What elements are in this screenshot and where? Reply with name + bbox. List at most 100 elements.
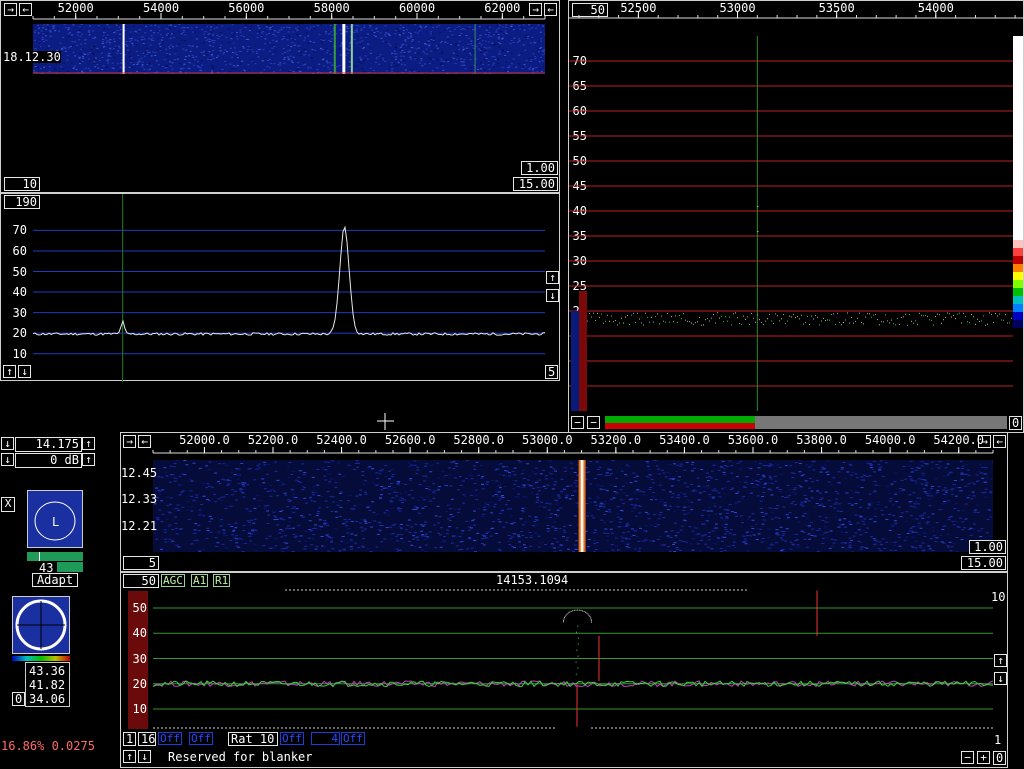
wide-waterfall-noise (453, 58, 455, 59)
baseband-point (847, 313, 848, 314)
freq-up-button[interactable]: ↑ (82, 437, 95, 450)
wide-waterfall-noise (360, 63, 362, 64)
wide-waterfall-noise (70, 46, 72, 47)
baseband-point (765, 321, 766, 322)
wide-waterfall-noise (327, 62, 329, 63)
hires-waterfall-noise (440, 547, 443, 548)
bottom-plus-button[interactable]: + (977, 751, 990, 764)
baseband-point (957, 314, 958, 315)
baseband-point (981, 320, 982, 321)
baseband-point (821, 321, 822, 322)
wide-waterfall-noise (90, 49, 92, 50)
frequency-field[interactable]: 14.175 (15, 437, 82, 452)
hires-waterfall-noise (944, 487, 947, 488)
rat-button[interactable]: Rat 10 (228, 732, 278, 746)
off-button-3[interactable]: Off (280, 732, 304, 745)
wide-waterfall-noise (108, 55, 110, 56)
wide-waterfall-noise (384, 34, 386, 35)
hires-contrast-field[interactable]: 15.00 (961, 556, 1006, 570)
hires-waterfall-noise (693, 468, 696, 469)
hires-waterfall-noise (806, 547, 809, 548)
hires-waterfall-noise (682, 510, 685, 511)
wide-waterfall-noise (529, 67, 531, 68)
num4-button[interactable]: 4 (311, 732, 340, 745)
wide-waterfall-noise (447, 37, 449, 38)
wide-spectrum-down-button-2[interactable]: ↓ (18, 365, 31, 378)
hires-spectrum-down-button[interactable]: ↓ (994, 672, 1007, 685)
hires-waterfall-noise (620, 489, 623, 490)
hires-waterfall-noise (361, 475, 364, 476)
wide-spectrum-up-button[interactable]: ↑ (546, 271, 559, 284)
bottom-minus-button[interactable]: − (961, 751, 974, 764)
hires-waterfall-noise (972, 492, 975, 493)
off-button-2[interactable]: Off (189, 732, 213, 745)
adapt-button[interactable]: Adapt (32, 573, 78, 587)
hires-waterfall-noise (540, 473, 543, 474)
hires-waterfall-noise (906, 536, 909, 537)
off-button-1[interactable]: Off (158, 732, 182, 745)
hires-waterfall-noise (794, 540, 797, 541)
close-x-button[interactable]: X (1, 497, 15, 512)
wide-waterfall-noise (246, 51, 248, 52)
off-button-4[interactable]: Off (341, 732, 365, 745)
wide-waterfall-noise (65, 27, 67, 28)
hires-waterfall-noise (497, 469, 500, 470)
hires-waterfall-noise (863, 524, 866, 525)
hires-waterfall-noise (649, 474, 652, 475)
wide-waterfall-noise (203, 55, 205, 56)
hires-waterfall-noise (700, 469, 703, 470)
hires-waterfall-noise (677, 480, 680, 481)
wide-waterfall-noise (479, 38, 481, 39)
wide-waterfall-noise (226, 51, 228, 52)
bottom-b2-button[interactable]: 16 (138, 732, 156, 746)
signal-arc-dot (585, 612, 586, 613)
baseband-minus-button[interactable]: − (571, 416, 584, 429)
hires-waterfall-noise (250, 520, 253, 521)
wide-waterfall-noise (47, 24, 49, 25)
baseband-corner-field[interactable]: 0 (1009, 416, 1022, 430)
wide-waterfall-noise (485, 52, 487, 53)
wide-waterfall-noise (200, 67, 202, 68)
hires-waterfall-noise (849, 465, 852, 466)
hires-waterfall-noise (802, 505, 805, 506)
wide-waterfall-noise (43, 24, 45, 25)
wide-waterfall-noise (480, 62, 482, 63)
bottom-zero-button[interactable]: 0 (993, 751, 1006, 765)
freq-down-button[interactable]: ↓ (1, 437, 14, 450)
hires-waterfall-noise (810, 491, 813, 492)
wide-contrast-field[interactable]: 15.00 (513, 177, 558, 191)
wide-waterfall-noise (67, 55, 69, 56)
wide-spectrum-down-button[interactable]: ↓ (546, 289, 559, 302)
wide-spectrum-zoom-field[interactable]: 5 (545, 365, 558, 379)
wide-waterfall-noise (498, 42, 500, 43)
gain-down-button[interactable]: ↓ (1, 453, 14, 466)
polar-prefix-button[interactable]: 0 (12, 692, 25, 706)
bottom-b1-button[interactable]: 1 (123, 732, 136, 746)
hires-spectrum-up-button[interactable]: ↑ (994, 654, 1007, 667)
hires-waterfall-noise (427, 486, 430, 487)
baseband-point (681, 318, 682, 319)
hires-waterfall-noise (380, 541, 383, 542)
hires-avg-field[interactable]: 5 (123, 556, 159, 570)
wide-waterfall-noise (204, 37, 206, 38)
hires-waterfall-noise (416, 470, 419, 471)
bottom-up-button[interactable]: ↑ (123, 750, 136, 763)
wide-waterfall-noise (172, 46, 174, 47)
wide-waterfall-noise (412, 42, 414, 43)
wide-waterfall-noise (489, 27, 491, 28)
wide-avg-field[interactable]: 10 (4, 177, 40, 191)
wide-waterfall-noise (155, 52, 157, 53)
bottom-down-button[interactable]: ↓ (138, 750, 151, 763)
gain-up-button[interactable]: ↑ (82, 453, 95, 466)
hires-waterfall-noise (326, 507, 329, 508)
hires-gain-field[interactable]: 1.00 (969, 540, 1006, 554)
wide-waterfall-noise (192, 32, 194, 33)
wide-gain-field[interactable]: 1.00 (521, 161, 558, 175)
hires-waterfall-noise (683, 514, 686, 515)
gain-field[interactable]: 0 dB (15, 453, 82, 468)
wide-waterfall-noise (167, 33, 169, 34)
wide-waterfall-noise (280, 27, 282, 28)
hires-waterfall-noise (931, 468, 934, 469)
wide-spectrum-up-button-2[interactable]: ↑ (3, 365, 16, 378)
baseband-minus-button-2[interactable]: − (587, 416, 600, 429)
